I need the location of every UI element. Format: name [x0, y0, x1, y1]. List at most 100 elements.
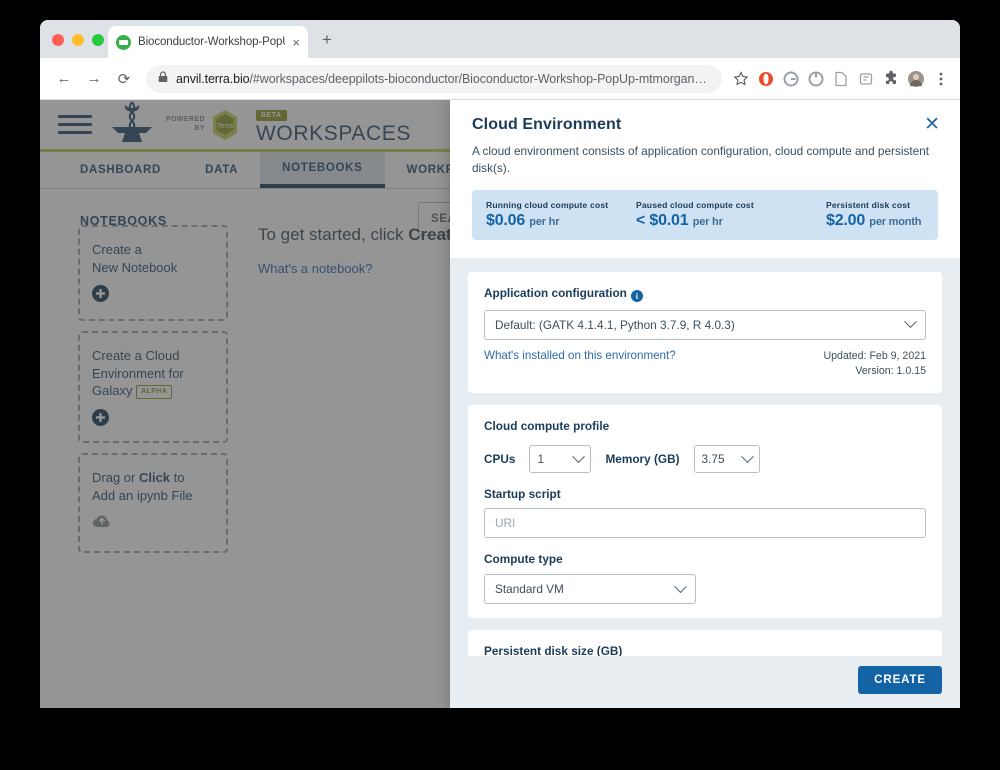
card-text: Drag or Click to Add an ipynb File	[92, 469, 214, 504]
window-traffic-lights	[52, 34, 104, 46]
updated-date: Updated: Feb 9, 2021	[823, 349, 926, 362]
loom-icon[interactable]	[807, 70, 825, 88]
url-text: anvil.terra.bio/#workspaces/deeppilots-b…	[176, 72, 710, 86]
browser-window: Bioconductor-Workshop-PopU × + ← → ⟳ anv…	[40, 20, 960, 708]
cost-item-running: Running cloud compute cost $0.06 per hr	[486, 200, 636, 230]
new-tab-button[interactable]: +	[322, 31, 332, 48]
application-configuration-meta: Updated: Feb 9, 2021 Version: 1.0.15	[824, 349, 926, 380]
cloud-compute-profile-heading: Cloud compute profile	[484, 419, 610, 434]
menu-icon[interactable]	[58, 110, 92, 139]
close-window-button[interactable]	[52, 34, 64, 46]
info-icon[interactable]: i	[630, 289, 643, 302]
evernote-icon[interactable]	[857, 70, 875, 88]
powered-by-text: POWERED BY	[166, 116, 205, 134]
alpha-badge: ALPHA	[136, 385, 173, 399]
browser-tab-title: Bioconductor-Workshop-PopU	[138, 36, 286, 48]
minimize-window-button[interactable]	[72, 34, 84, 46]
page-icon[interactable]	[832, 70, 850, 88]
powered-line2: BY	[194, 124, 205, 132]
card-line-2: Add an ipynb File	[92, 487, 193, 503]
cost-value: $0.06 per hr	[486, 212, 636, 230]
empty-pre: To get started, click	[258, 225, 409, 244]
browser-tab[interactable]: Bioconductor-Workshop-PopU ×	[108, 26, 308, 58]
cpus-value: 1	[537, 452, 545, 467]
tab-data[interactable]: DATA	[183, 152, 260, 188]
cost-value: $2.00 per month	[826, 212, 921, 230]
reload-button[interactable]: ⟳	[110, 65, 138, 93]
cloud-environment-description: A cloud environment consists of applicat…	[472, 144, 930, 175]
workspaces-title: WORKSPACES	[255, 121, 411, 145]
persistent-disk-label: Persistent disk size (GB)	[484, 644, 623, 656]
click-link[interactable]: Click	[139, 470, 170, 485]
empty-bold: Creat	[408, 225, 452, 244]
close-icon[interactable]: ×	[292, 36, 300, 49]
create-button[interactable]: CREATE	[858, 666, 942, 694]
puzzle-extension-icon[interactable]	[882, 70, 900, 88]
bookmark-star-icon[interactable]	[732, 70, 750, 88]
cost-unit: per month	[869, 215, 922, 228]
plus-circle-icon[interactable]	[92, 285, 214, 307]
close-icon[interactable]: ✕	[924, 115, 940, 134]
cost-amount: $2.00	[826, 211, 866, 229]
powered-line1: POWERED	[166, 115, 205, 123]
startup-script-label: Startup script	[484, 487, 561, 502]
whats-a-notebook-link[interactable]: What's a notebook?	[258, 261, 373, 276]
chevron-down-icon	[740, 450, 754, 463]
browser-tab-strip: Bioconductor-Workshop-PopU × +	[40, 20, 960, 58]
cloud-environment-header: Cloud Environment ✕ A cloud environment …	[450, 100, 960, 258]
url-bar[interactable]: anvil.terra.bio/#workspaces/deeppilots-b…	[146, 64, 722, 93]
url-path: /#workspaces/deeppilots-bioconductor/Bio…	[249, 71, 710, 86]
anvil-logo[interactable]	[108, 100, 156, 149]
cost-unit: per hr	[529, 215, 560, 228]
compute-type-select[interactable]: Standard VM	[484, 574, 696, 605]
card-line-1: Create a Cloud	[92, 348, 180, 363]
create-galaxy-environment-card[interactable]: Create a Cloud Environment for Galaxy AL…	[78, 331, 228, 443]
card-text: Create a Cloud Environment for Galaxy AL…	[92, 347, 214, 400]
memory-value: 3.75	[701, 452, 725, 467]
chevron-down-icon	[904, 315, 917, 329]
application-configuration-card: Application configuration i Default: (GAT…	[468, 271, 942, 394]
plus-circle-icon[interactable]	[92, 408, 214, 431]
selected-value: Default: (GATK 4.1.4.1, Python 3.7.9, R …	[495, 317, 735, 332]
cpus-label: CPUs	[484, 452, 516, 467]
kebab-menu-icon[interactable]	[932, 70, 950, 88]
card-line-1: Drag or Click to	[92, 469, 214, 487]
lock-icon	[158, 70, 168, 88]
memory-label: Memory (GB)	[605, 452, 680, 467]
application-configuration-label: Application configuration i	[484, 286, 926, 302]
cost-label: Persistent disk cost	[826, 199, 911, 210]
profile-avatar-icon[interactable]	[907, 70, 925, 88]
cost-unit: per hr	[692, 215, 723, 228]
cloud-upload-icon[interactable]	[92, 513, 214, 534]
card-line-3-text: Galaxy	[92, 383, 133, 399]
startup-script-input[interactable]: URI	[484, 508, 926, 539]
cost-label: Running cloud compute cost	[486, 199, 609, 210]
chevron-down-icon	[572, 450, 586, 463]
cost-label: Paused cloud compute cost	[636, 199, 754, 210]
cloud-environment-footer: CREATE	[450, 656, 960, 708]
cloud-environment-form: Application configuration i Default: (GAT…	[450, 258, 960, 656]
application-configuration-select[interactable]: Default: (GATK 4.1.4.1, Python 3.7.9, R …	[484, 309, 926, 340]
tab-notebooks[interactable]: NOTEBOOKS	[260, 152, 385, 188]
create-new-notebook-card[interactable]: Create a New Notebook	[78, 225, 228, 321]
memory-select[interactable]: 3.75	[693, 445, 760, 474]
card-line-1-post: to	[170, 470, 185, 485]
tab-dashboard[interactable]: DASHBOARD	[58, 152, 183, 188]
back-button[interactable]: ←	[50, 65, 78, 93]
cost-summary-bar: Running cloud compute cost $0.06 per hr …	[472, 189, 938, 240]
whats-installed-link[interactable]: What's installed on this environment?	[484, 349, 676, 362]
upload-ipynb-card[interactable]: Drag or Click to Add an ipynb File	[78, 453, 228, 553]
cost-amount: < $0.01	[636, 211, 689, 229]
compute-type-value: Standard VM	[495, 582, 564, 597]
card-line-1-pre: Drag or	[92, 470, 139, 485]
forward-button[interactable]: →	[80, 65, 108, 93]
cpus-select[interactable]: 1	[529, 445, 592, 474]
card-line-1: Create a	[92, 242, 142, 257]
maximize-window-button[interactable]	[92, 34, 104, 46]
terra-app-page: POWERED BY Terra BETA WORKSPACES Works N…	[40, 100, 960, 708]
grammarly-icon[interactable]	[782, 70, 800, 88]
terra-favicon-icon	[116, 34, 131, 50]
workspaces-brand: BETA WORKSPACES	[255, 104, 411, 145]
cloud-environment-drawer: Cloud Environment ✕ A cloud environment …	[450, 100, 960, 708]
opera-extension-icon[interactable]	[757, 70, 775, 88]
